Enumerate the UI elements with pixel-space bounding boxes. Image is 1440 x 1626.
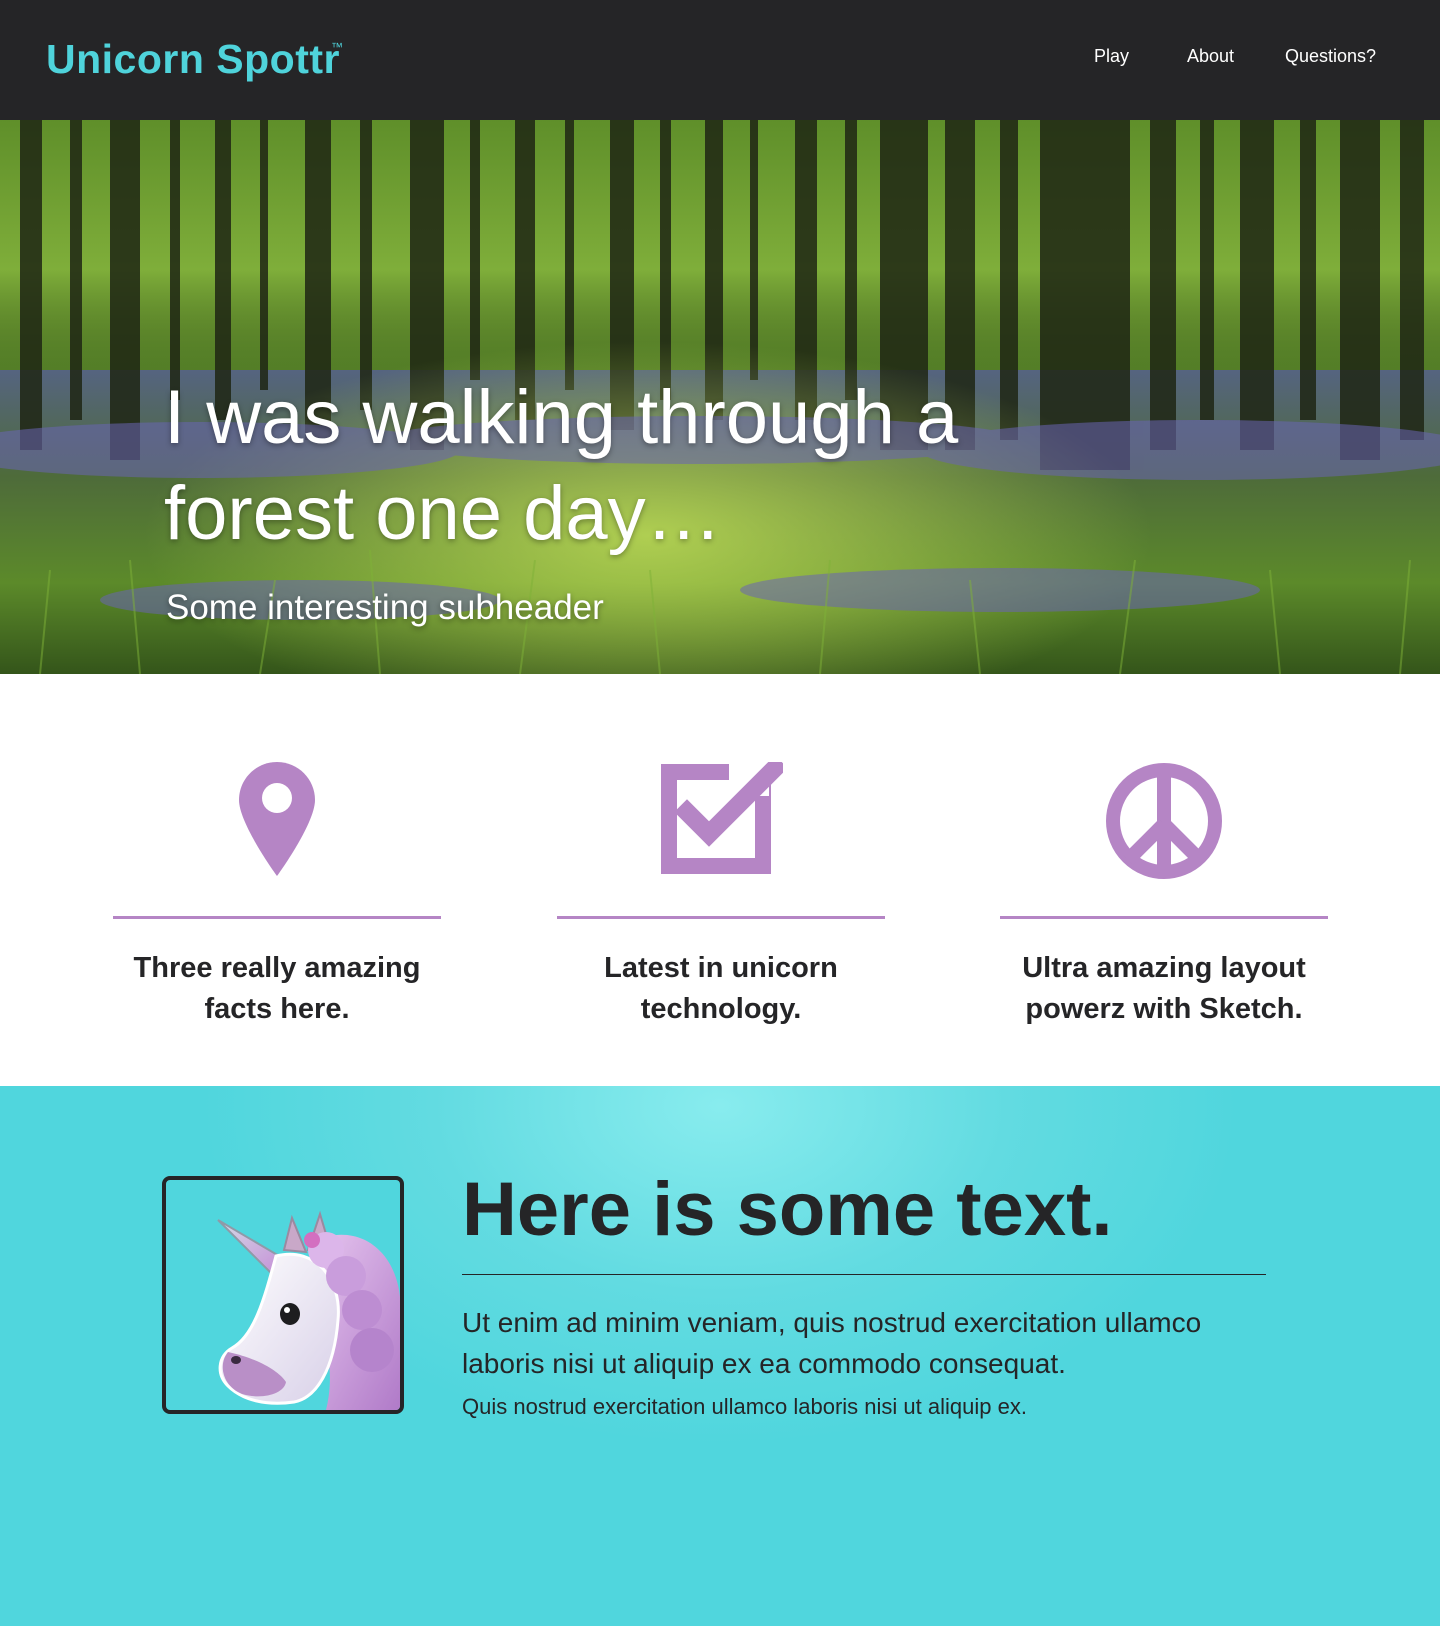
hero-subtitle: Some interesting subheader bbox=[166, 588, 604, 627]
checkbox-icon bbox=[661, 762, 783, 874]
trademark-mark: ™ bbox=[331, 40, 343, 54]
feature-card-technology: Latest in unicorn technology. bbox=[557, 674, 885, 1086]
content-title: Here is some text. bbox=[462, 1167, 1113, 1252]
feature-divider bbox=[1000, 916, 1328, 919]
feature-divider bbox=[557, 916, 885, 919]
content-body: Ut enim ad minim veniam, quis nostrud ex… bbox=[462, 1307, 1202, 1379]
features-section: Three really amazing facts here. Latest … bbox=[0, 674, 1440, 1086]
nav-link-questions[interactable]: Questions? bbox=[1285, 46, 1376, 67]
hero-title: I was walking through a forest one day… bbox=[164, 375, 959, 556]
content-section: Here is some text. Ut enim ad minim veni… bbox=[0, 1086, 1440, 1626]
unicorn-icon bbox=[217, 1210, 400, 1410]
feature-card-facts: Three really amazing facts here. bbox=[113, 674, 441, 1086]
feature-card-layout: Ultra amazing layout powerz with Sketch. bbox=[1000, 674, 1328, 1086]
feature-caption: Latest in unicorn technology. bbox=[604, 952, 838, 1025]
nav-link-play[interactable]: Play bbox=[1094, 46, 1129, 67]
brand-logo[interactable]: Unicorn Spottr bbox=[46, 36, 340, 83]
nav-link-about[interactable]: About bbox=[1187, 46, 1234, 67]
hero-banner: I was walking through a forest one day… … bbox=[0, 120, 1440, 674]
content-note: Quis nostrud exercitation ullamco labori… bbox=[462, 1394, 1027, 1419]
feature-caption: Three really amazing facts here. bbox=[133, 952, 421, 1025]
content-divider bbox=[462, 1274, 1266, 1275]
feature-divider bbox=[113, 916, 441, 919]
unicorn-image-frame bbox=[162, 1176, 404, 1414]
feature-caption: Ultra amazing layout powerz with Sketch. bbox=[1022, 952, 1306, 1025]
peace-icon bbox=[1106, 763, 1222, 879]
map-pin-icon bbox=[239, 762, 315, 876]
navbar: Unicorn Spottr ™ Play About Questions? bbox=[0, 0, 1440, 120]
